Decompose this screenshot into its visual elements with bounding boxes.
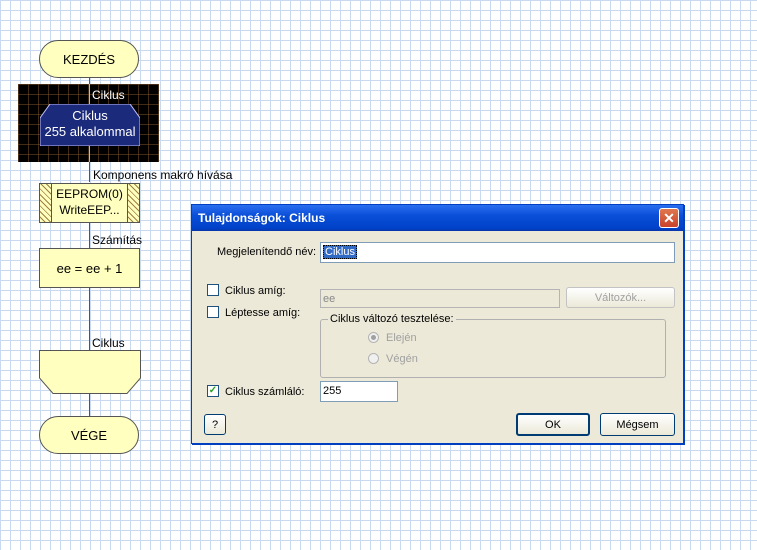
connector-line [89, 394, 90, 416]
variables-button[interactable]: Változók... [566, 287, 675, 308]
calc-caption: Számítás [92, 233, 143, 247]
loop-box-text: Ciklus 255 alkalommal [40, 108, 140, 140]
while-condition-field[interactable]: ee [320, 289, 560, 308]
radio-start[interactable] [368, 332, 379, 343]
test-group-label: Ciklus változó tesztelése: [328, 313, 456, 325]
calc-box[interactable]: ee = ee + 1 [39, 248, 140, 288]
loop-caption: Ciklus [92, 88, 125, 102]
properties-dialog: Tulajdonságok: Ciklus ✕ Megjelenítendő n… [191, 204, 684, 444]
component-line1: EEPROM(0) [56, 187, 123, 201]
connector-line [89, 162, 90, 182]
test-position-group [320, 319, 666, 378]
start-label: KEZDÉS [62, 51, 115, 67]
while-condition-value: ee [323, 293, 336, 305]
connector-line [89, 84, 90, 104]
ok-button[interactable]: OK [516, 413, 590, 436]
display-name-field[interactable]: Ciklus [320, 242, 675, 263]
display-name-label: Megjelenítendő név: [217, 246, 317, 258]
start-terminal[interactable]: KEZDÉS [39, 40, 139, 78]
counter-field[interactable]: 255 [320, 381, 398, 402]
counter-value: 255 [323, 385, 342, 397]
end-label: VÉGE [70, 427, 108, 443]
while-checkbox[interactable] [207, 284, 219, 296]
end-terminal[interactable]: VÉGE [39, 416, 139, 454]
connector-line [89, 288, 90, 350]
radio-end[interactable] [368, 353, 379, 364]
close-icon[interactable]: ✕ [659, 208, 679, 228]
component-text: EEPROM(0) WriteEEP... [40, 186, 139, 218]
while-label: Ciklus amíg: [225, 285, 286, 297]
dialog-titlebar[interactable]: Tulajdonságok: Ciklus [192, 205, 683, 231]
counter-label: Ciklus számláló: [225, 386, 305, 398]
component-line2: WriteEEP... [59, 203, 120, 217]
step-checkbox[interactable] [207, 306, 219, 318]
counter-checkbox[interactable]: ✓ [207, 385, 219, 397]
loop-box-line1: Ciklus [72, 108, 108, 123]
cancel-button[interactable]: Mégsem [600, 413, 675, 436]
calc-text: ee = ee + 1 [56, 260, 123, 276]
loop-end-box[interactable] [39, 350, 141, 394]
help-button[interactable]: ? [204, 414, 226, 435]
radio-end-label: Végén [386, 353, 418, 365]
component-caption: Komponens makró hívása [93, 168, 233, 182]
dialog-title: Tulajdonságok: Ciklus [198, 211, 326, 225]
radio-start-label: Elején [386, 332, 417, 344]
loop-end-caption: Ciklus [92, 336, 125, 350]
step-label: Léptesse amíg: [225, 307, 301, 319]
connector-line [89, 223, 90, 248]
component-macro-box[interactable]: EEPROM(0) WriteEEP... [39, 183, 140, 223]
display-name-value: Ciklus [323, 245, 357, 259]
loop-box-line2: 255 alkalommal [44, 124, 136, 139]
connector-line [89, 146, 90, 162]
